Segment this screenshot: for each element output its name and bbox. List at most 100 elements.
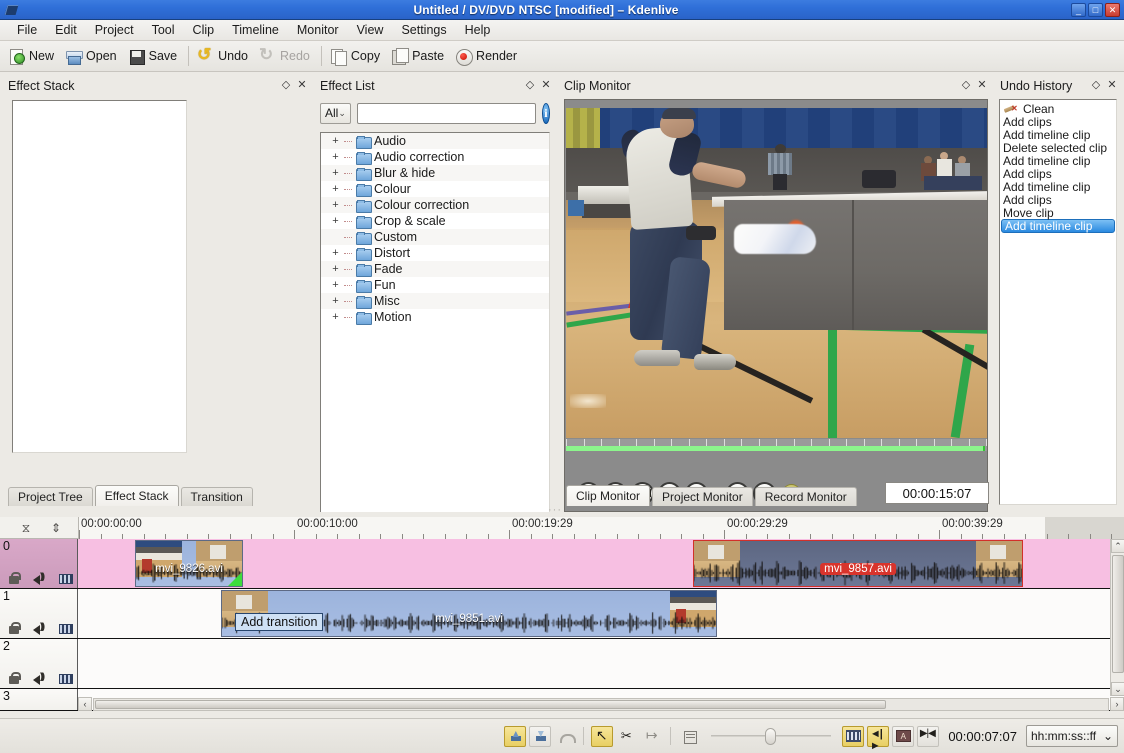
float-icon[interactable]: ◇ [278,78,294,94]
lock-icon[interactable] [6,622,22,635]
insert-zone-in-timeline-icon[interactable] [504,726,526,747]
float-icon[interactable]: ◇ [958,78,974,94]
tab-project-monitor[interactable]: Project Monitor [652,487,753,506]
render-button[interactable]: Render [451,46,524,67]
menu-monitor[interactable]: Monitor [288,21,348,39]
timeline-track[interactable]: 2 [0,639,1124,689]
expand-plus-icon[interactable]: + [331,310,340,324]
paste-button[interactable]: Paste [387,46,451,67]
timeline-clip[interactable]: mvi_9826.avi [135,540,243,587]
expand-all-tracks-icon[interactable]: ⇕ [44,520,68,536]
expand-plus-icon[interactable]: + [331,294,340,308]
info-icon[interactable]: i [542,103,550,124]
close-button[interactable]: ✕ [1105,3,1120,17]
menu-timeline[interactable]: Timeline [223,21,288,39]
track-header[interactable]: 1 [0,589,78,638]
collapse-all-tracks-icon[interactable]: ⧖ [14,520,38,536]
undo-history-item[interactable]: Add timeline clip [1000,180,1116,193]
float-icon[interactable]: ◇ [522,78,538,94]
effect-category-row[interactable]: + Misc [321,293,549,309]
timeline-vertical-scrollbar[interactable]: ⌃ ⌄ [1110,539,1124,696]
menu-settings[interactable]: Settings [392,21,455,39]
timeline-horizontal-scrollbar[interactable]: ‹ › [78,696,1124,712]
lock-icon[interactable] [6,572,22,585]
effect-category-row[interactable]: + Fade [321,261,549,277]
undo-history-item[interactable]: Add clips [1000,193,1116,206]
video-hide-icon[interactable] [58,672,74,685]
lock-icon[interactable] [6,672,22,685]
track-header[interactable]: 2 [0,639,78,688]
maximize-button[interactable]: □ [1088,3,1103,17]
expand-plus-icon[interactable]: + [331,150,340,164]
show-markers-comments-icon[interactable]: A [892,726,914,747]
hscroll-thumb[interactable] [95,700,886,709]
monitor-video-area[interactable]: ❲❳◀◀|◀▶⌄▶|▶▶⌄00:00:15:07 [564,99,988,512]
zoom-slider-knob[interactable] [765,728,776,745]
menu-help[interactable]: Help [456,21,500,39]
snap-icon[interactable] [917,726,939,747]
effect-category-row[interactable]: + Motion [321,309,549,325]
show-video-thumbnails-icon[interactable] [842,726,864,747]
undo-history-item[interactable]: Add timeline clip [1001,219,1115,233]
undo-history-item[interactable]: Add timeline clip [1000,128,1116,141]
vscroll-thumb[interactable] [1112,555,1124,673]
effect-category-row[interactable]: + Audio [321,133,549,149]
undo-history-item[interactable]: Move clip [1000,206,1116,219]
effect-category-row[interactable]: + Colour correction [321,197,549,213]
undo-button[interactable]: Undo [193,46,255,67]
new-button[interactable]: New [4,46,61,67]
menu-view[interactable]: View [348,21,393,39]
effect-category-row[interactable]: + Fun [321,277,549,293]
tab-project-tree[interactable]: Project Tree [8,487,93,506]
audio-mute-icon[interactable] [32,672,48,685]
menu-clip[interactable]: Clip [184,21,224,39]
timeline-track[interactable]: 1 mvi_9851.avi [0,589,1124,639]
undo-history-item[interactable]: Add clips [1000,115,1116,128]
effect-category-row[interactable]: + Colour [321,181,549,197]
audio-mute-icon[interactable] [32,572,48,585]
hscroll-left-icon[interactable]: ‹ [78,697,92,711]
timecode-format-select[interactable]: hh:mm:ss::ff ⌄ [1026,725,1118,747]
tab-effect-stack[interactable]: Effect Stack [95,485,179,506]
timeline-zoom-slider[interactable] [711,726,831,746]
expand-plus-icon[interactable]: + [331,246,340,260]
video-hide-icon[interactable] [58,622,74,635]
menu-project[interactable]: Project [86,21,143,39]
expand-plus-icon[interactable]: + [331,262,340,276]
tab-record-monitor[interactable]: Record Monitor [755,487,857,506]
hscroll-track[interactable] [93,698,1109,711]
undo-history-list[interactable]: CleanAdd clipsAdd timeline clipDelete se… [999,99,1117,505]
effect-category-row[interactable]: + Crop & scale [321,213,549,229]
expand-plus-icon[interactable]: + [331,182,340,196]
monitor-zone-bar[interactable] [566,446,985,451]
monitor-timecode-field[interactable]: 00:00:15:07 [885,482,989,504]
menu-file[interactable]: File [8,21,46,39]
track-lane[interactable] [78,639,1124,688]
timeline-clip[interactable]: mvi_9857.avi [693,540,1023,587]
close-icon[interactable]: ✕ [294,78,310,94]
show-audio-thumbnails-icon[interactable] [867,726,889,747]
expand-plus-icon[interactable]: + [331,166,340,180]
clip-fade-handle[interactable] [228,572,242,586]
close-icon[interactable]: ✕ [538,78,554,94]
hscroll-right-icon[interactable]: › [1110,697,1124,711]
spacer-tool-icon[interactable] [641,726,663,747]
menu-edit[interactable]: Edit [46,21,86,39]
effect-category-row[interactable]: + Blur & hide [321,165,549,181]
effect-stack-list[interactable] [12,100,187,453]
monitor-ruler[interactable] [566,439,987,451]
tab-clip-monitor[interactable]: Clip Monitor [566,485,650,506]
menu-tool[interactable]: Tool [143,21,184,39]
scroll-down-icon[interactable]: ⌄ [1111,682,1124,696]
fit-zoom-icon[interactable] [554,726,576,747]
track-lane[interactable]: mvi_9826.avi mvi_9857.avi [78,539,1124,588]
minimize-button[interactable]: _ [1071,3,1086,17]
timeline-ruler[interactable]: 00:00:00:00 00:00:10:00 00:00:19:29 00:00:2… [78,517,1124,539]
effect-category-row[interactable]: Custom [321,229,549,245]
timeline-track[interactable]: 0mvi_9826.avimvi_9857.avi [0,539,1124,589]
audio-mute-icon[interactable] [32,622,48,635]
undo-history-item[interactable]: Add timeline clip [1000,154,1116,167]
effect-category-select[interactable]: All ⌄ [320,103,351,124]
effect-category-row[interactable]: + Audio correction [321,149,549,165]
float-icon[interactable]: ◇ [1088,78,1104,94]
